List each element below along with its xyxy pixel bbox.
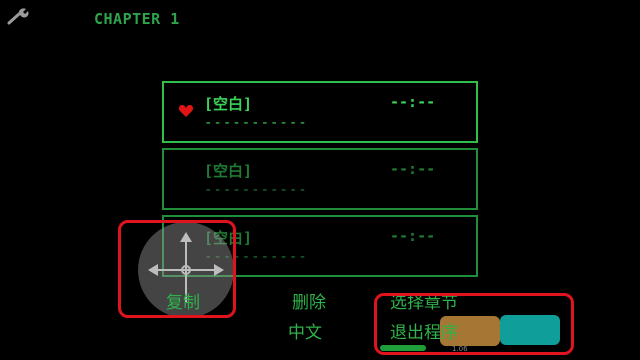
slot-time: --:-- <box>390 227 436 245</box>
save-slot-2[interactable]: [空白] ----------- --:-- <box>162 148 478 210</box>
slot-location: ----------- <box>204 115 308 131</box>
slot-time: --:-- <box>390 160 436 178</box>
wrench-icon[interactable] <box>6 6 32 26</box>
slot-location: ----------- <box>204 182 308 198</box>
language-button[interactable]: 中文 <box>288 318 322 343</box>
highlight-box-right <box>374 293 574 355</box>
heart-icon <box>178 105 194 117</box>
chapter-title: CHAPTER 1 <box>94 10 180 28</box>
save-slot-1[interactable]: [空白] ----------- --:-- <box>162 81 478 143</box>
delete-button[interactable]: 删除 <box>292 288 326 313</box>
slot-time: --:-- <box>390 93 436 111</box>
highlight-box-left <box>118 220 236 318</box>
slot-name: [空白] <box>204 95 253 113</box>
slot-name: [空白] <box>204 162 253 180</box>
